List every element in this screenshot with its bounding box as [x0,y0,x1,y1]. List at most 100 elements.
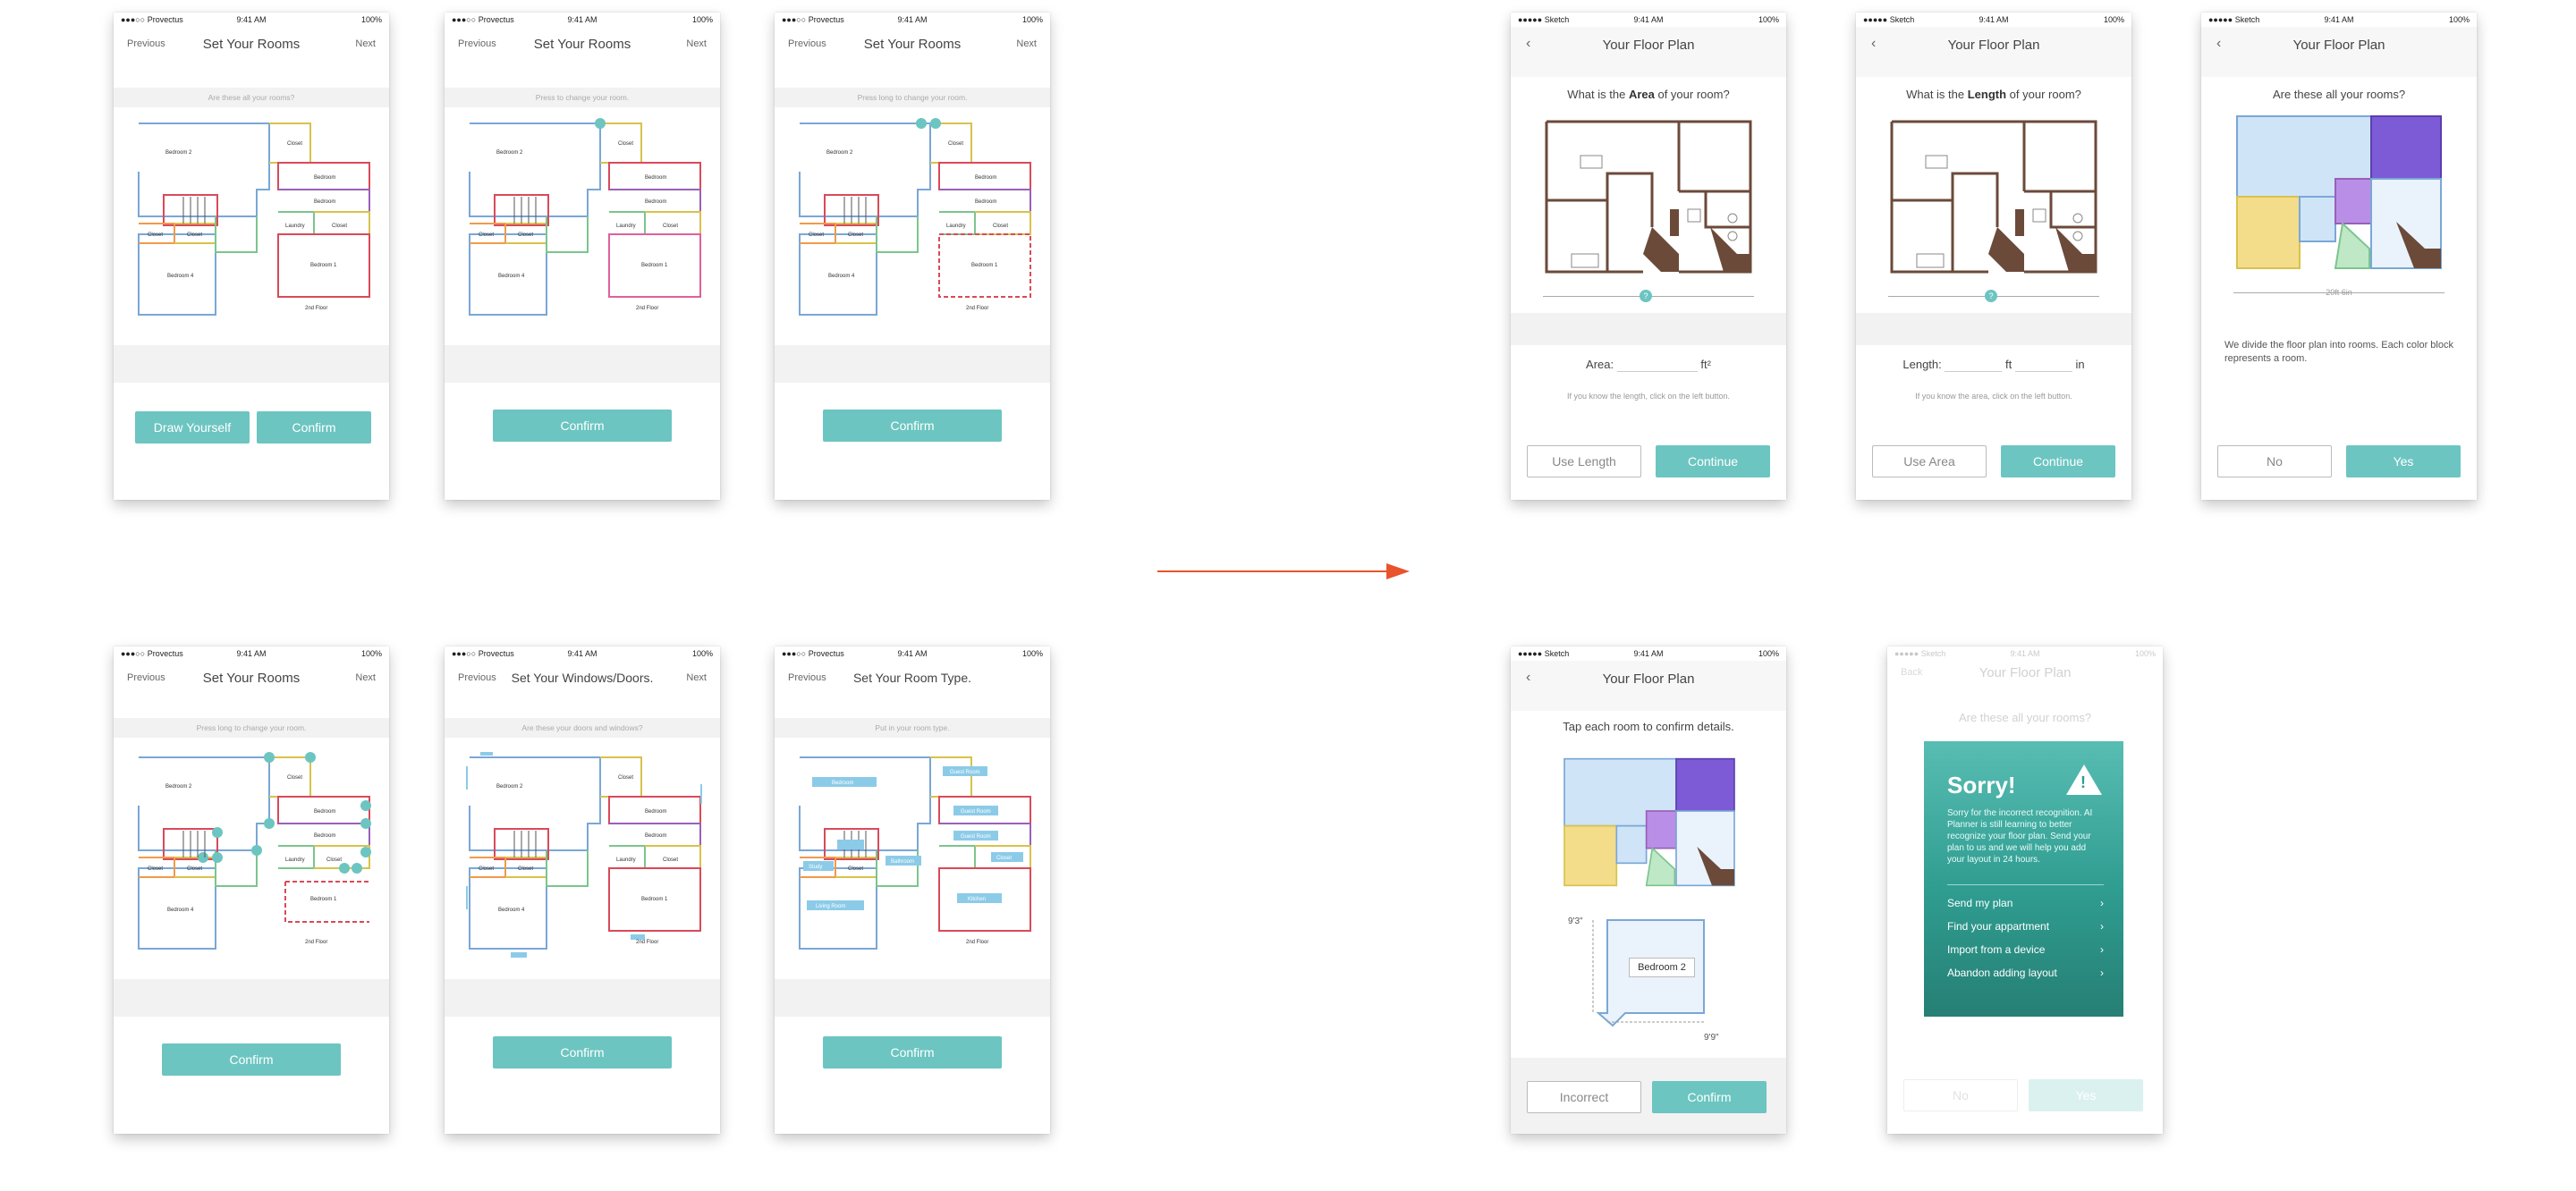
room-type-tag[interactable]: Bathroom [891,859,914,865]
continue-button[interactable]: Continue [2001,445,2115,477]
hint-text: If you know the area, click on the left … [1915,392,2072,401]
abandon-layout-option[interactable]: Abandon adding layout › [1947,967,2104,979]
check-icon[interactable] [916,118,927,129]
room-type-tag[interactable]: Guest Room [961,809,991,815]
confirm-button[interactable]: Confirm [162,1043,341,1076]
check-icon[interactable] [305,752,316,763]
window-tag[interactable] [466,766,468,790]
check-icon[interactable] [212,827,223,838]
floor-plan[interactable]: Bedroom 2 Closet Bedroom Bedroom Laundry… [796,118,1032,333]
room-label: Bedroom 1 [641,897,668,902]
room-type-tag[interactable]: Kitchen [968,897,986,902]
confirm-button[interactable]: Confirm [1652,1081,1767,1113]
room-label: Closet [809,232,824,238]
check-icon[interactable] [212,852,223,863]
no-button[interactable]: No [1903,1079,2018,1111]
room-type-tag[interactable]: Living Room [816,904,845,909]
colored-floor-plan[interactable] [1563,757,1736,891]
next-button[interactable]: Next [355,672,376,683]
edit-handle-icon[interactable] [595,118,606,129]
send-my-plan-option[interactable]: Send my plan › [1947,897,2104,909]
confirm-button[interactable]: Confirm [493,1036,672,1069]
next-button[interactable]: Next [1016,38,1037,49]
next-button[interactable]: Next [686,672,707,683]
window-tag[interactable] [480,752,493,756]
screen-set-rooms-2: ●●●○○ Provectus 9:41 AM 100% Previous Se… [445,13,720,500]
next-button[interactable]: Next [686,38,707,49]
battery: 100% [1758,15,1779,24]
check-icon[interactable] [339,863,350,874]
continue-button[interactable]: Continue [1656,445,1770,477]
check-icon[interactable] [360,800,371,811]
page-title: Your Floor Plan [1947,38,2040,53]
room-type-tag[interactable]: Closet [996,856,1012,861]
use-length-button[interactable]: Use Length [1527,445,1641,477]
colored-floor-plan[interactable] [2235,114,2443,275]
check-icon[interactable] [251,845,262,856]
floor-plan[interactable]: Bedroom Guest Room Guest Room Guest Room… [796,752,1032,967]
check-icon[interactable] [264,752,275,763]
status-bar: ●●●●● Sketch 9:41 AM 100% [1856,13,2131,27]
help-marker-icon[interactable]: ? [1985,290,1997,302]
status-time: 9:41 AM [1633,649,1664,658]
battery: 100% [691,15,713,24]
floor-plan[interactable]: Bedroom 2 Closet Bedroom Bedroom Laundry… [466,752,702,967]
battery: 100% [360,15,382,24]
confirm-button[interactable]: Confirm [823,410,1002,442]
floor-label: 2nd Floor [305,940,327,945]
page-title: Set Your Rooms [202,37,301,52]
room-name-label[interactable]: Bedroom 2 [1629,958,1695,977]
window-tag[interactable] [700,784,702,804]
area-input[interactable] [1616,359,1698,373]
room-label: Bedroom [314,199,335,205]
room-type-tag[interactable]: Study [809,865,822,870]
room-label: Bedroom 4 [828,274,855,279]
door-tag[interactable] [511,952,527,958]
status-bar: ●●●○○ Provectus 9:41 AM 100% [114,646,389,661]
check-icon[interactable] [264,818,275,829]
confirm-button[interactable]: Confirm [493,410,672,442]
use-area-button[interactable]: Use Area [1872,445,1987,477]
room-label: Closet [618,141,633,147]
room-label: Bedroom [645,809,666,815]
status-bar: ●●●○○ Provectus 9:41 AM 100% [775,13,1050,27]
scale-label: 20ft 6in [2326,288,2352,297]
incorrect-button[interactable]: Incorrect [1527,1081,1641,1113]
check-icon[interactable] [360,847,371,857]
room-label: Bedroom 2 [826,150,853,156]
check-icon[interactable] [360,818,371,829]
check-icon[interactable] [198,852,208,863]
next-button[interactable]: Next [355,38,376,49]
confirm-button[interactable]: Confirm [823,1036,1002,1069]
find-apartment-option[interactable]: Find your appartment › [1947,920,2104,933]
window-tag[interactable] [466,886,468,909]
page-title: Set Your Rooms [533,37,631,52]
floor-plan[interactable]: Bedroom 2 Closet Bedroom Bedroom Laundry… [135,752,371,967]
feet-input[interactable] [1945,359,2003,373]
floor-plan[interactable]: Bedroom 2 Closet Bedroom Bedroom Laundry… [135,118,371,333]
dialog-title: Sorry! [1947,772,2016,798]
scale-bar[interactable]: ? [1543,290,1754,302]
spacer [114,979,389,1017]
yes-button[interactable]: Yes [2029,1079,2143,1111]
room-type-tag[interactable]: Bedroom [832,781,853,786]
chevron-right-icon: › [2100,897,2104,909]
spacer [775,979,1050,1017]
screen-floor-plan-rooms: ●●●●● Sketch 9:41 AM 100% ‹ Your Floor P… [2201,13,2477,500]
help-marker-icon[interactable]: ? [1640,290,1652,302]
import-device-option[interactable]: Import from a device › [1947,943,2104,956]
no-button[interactable]: No [2217,445,2332,477]
room-type-tag[interactable]: Guest Room [950,770,980,775]
floor-plan[interactable]: Bedroom 2 Closet Bedroom Bedroom Laundry… [466,118,702,333]
yes-button[interactable]: Yes [2346,445,2461,477]
close-icon[interactable] [352,863,362,874]
scale-bar[interactable]: ? [1888,290,2099,302]
room-label: Closet [326,857,342,863]
page-title: Your Floor Plan [1979,665,2072,680]
close-icon[interactable] [930,118,941,129]
confirm-button[interactable]: Confirm [257,411,371,443]
inches-input[interactable] [2014,359,2072,373]
status-bar: ●●●○○ Provectus 9:41 AM 100% [775,646,1050,661]
draw-yourself-button[interactable]: Draw Yourself [135,411,250,443]
room-type-tag[interactable]: Guest Room [961,834,991,840]
